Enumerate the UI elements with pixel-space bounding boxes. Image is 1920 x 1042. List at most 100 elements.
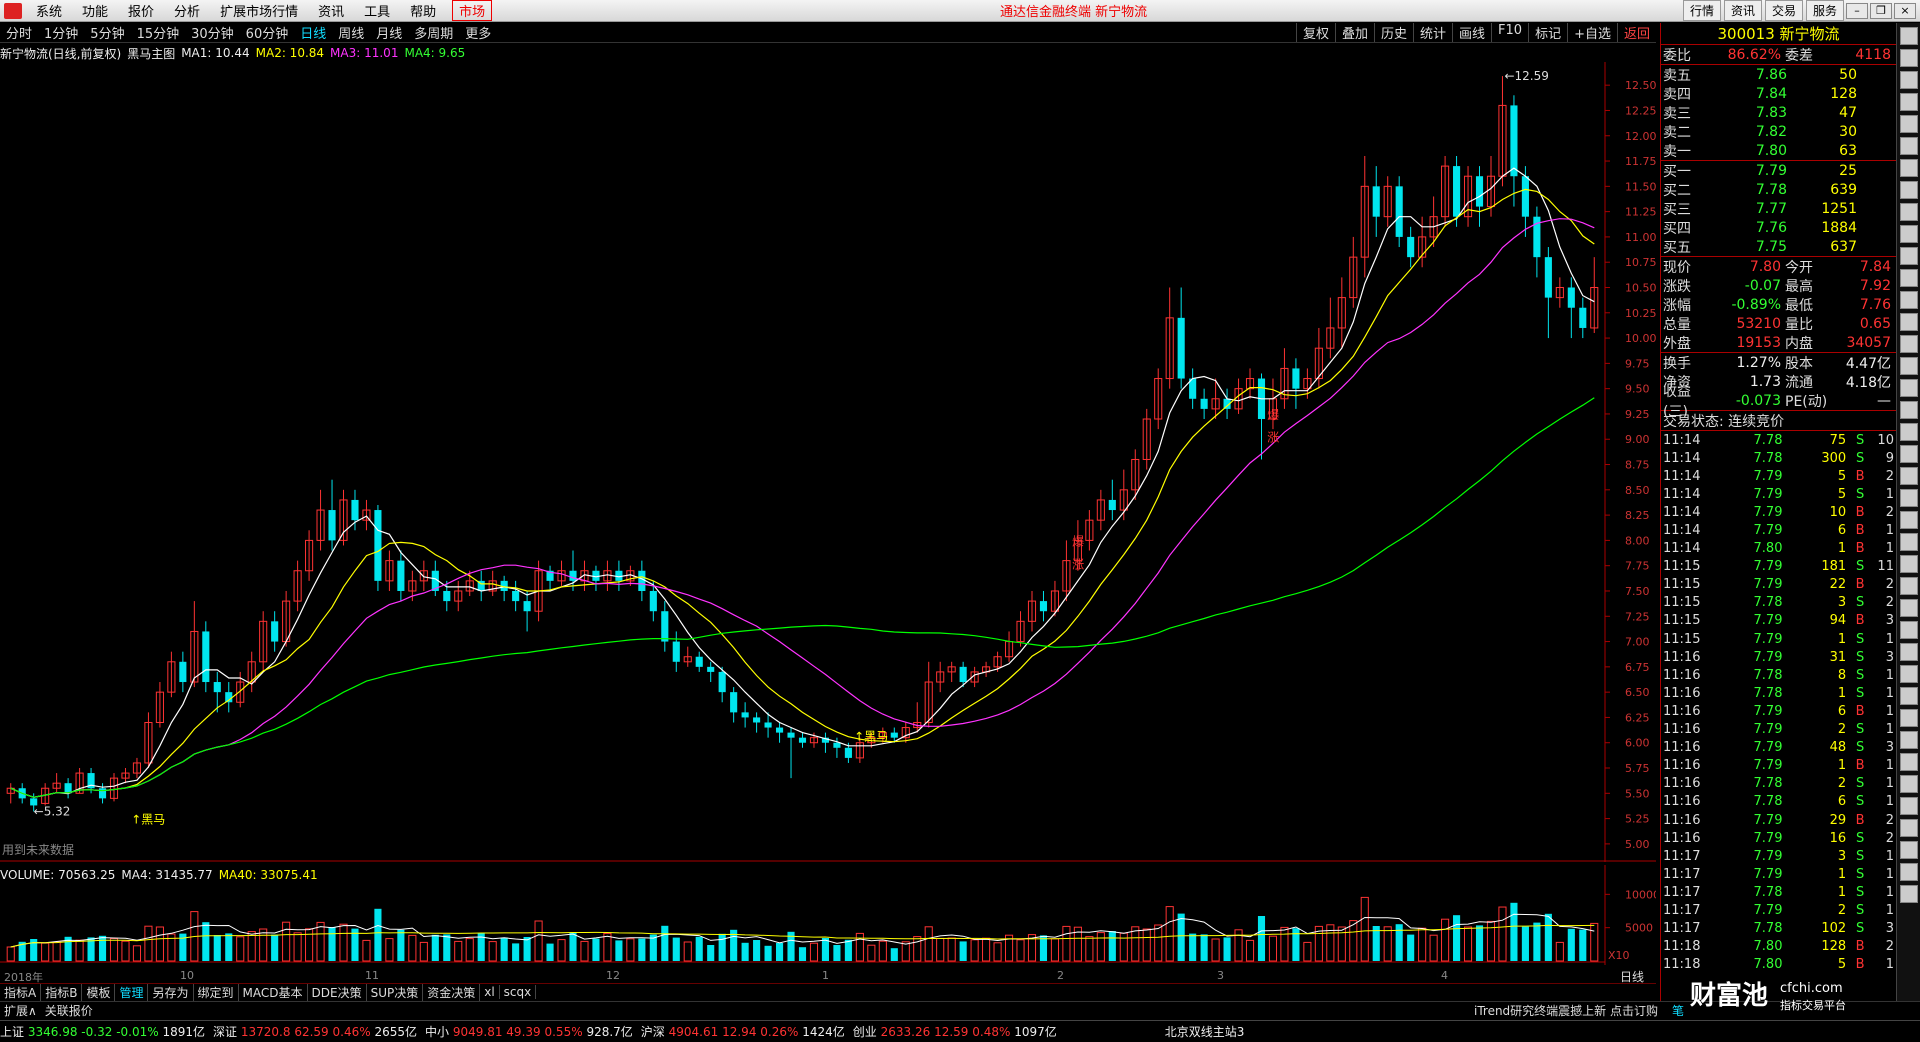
toolbar-tool-icon[interactable] (1900, 687, 1918, 705)
toolbar-tool-icon[interactable] (1900, 115, 1918, 133)
toolbar-tool-icon[interactable] (1900, 27, 1918, 45)
toolbar-tool-icon[interactable] (1900, 269, 1918, 287)
indicator-tab[interactable]: 绑定到 (194, 983, 239, 1001)
index-item[interactable]: 中小 9049.81 49.39 0.55% 928.7亿 (425, 1023, 633, 1040)
menu-ext-market[interactable]: 扩展市场行情 (210, 1, 308, 20)
index-item[interactable]: 创业 2633.26 12.59 0.48% 1097亿 (853, 1023, 1057, 1040)
toolbar-tool-icon[interactable] (1900, 225, 1918, 243)
volume-chart[interactable]: 10000 5000 X10 (0, 865, 1656, 965)
indicator-tab[interactable]: scqx (500, 985, 537, 999)
f10-button[interactable]: F10 (1491, 23, 1528, 42)
minimize-icon[interactable]: – (1846, 2, 1868, 19)
close-icon[interactable]: × (1894, 2, 1916, 19)
toolbar-tool-icon[interactable] (1900, 863, 1918, 881)
toolbar-tool-icon[interactable] (1900, 577, 1918, 595)
quote-button[interactable]: 行情 (1682, 0, 1721, 21)
stats-button[interactable]: 统计 (1413, 23, 1452, 42)
toolbar-tool-icon[interactable] (1900, 489, 1918, 507)
indicator-tab[interactable]: 另存为 (148, 983, 194, 1001)
pen-tab[interactable]: 笔 (1668, 1002, 1688, 1019)
toolbar-tool-icon[interactable] (1900, 379, 1918, 397)
toolbar-tool-icon[interactable] (1900, 775, 1918, 793)
add-watchlist-button[interactable]: +自选 (1567, 23, 1617, 42)
tab-monthly[interactable]: 月线 (370, 23, 408, 42)
candlestick-chart[interactable]: 12.50 12.25 12.00 11.75 11.50 11.25 11.00 10.75… (0, 62, 1656, 862)
tab-5min[interactable]: 5分钟 (84, 23, 130, 42)
toolbar-tool-icon[interactable] (1900, 599, 1918, 617)
menu-quote[interactable]: 报价 (118, 1, 164, 20)
menu-market[interactable]: 市场 (452, 0, 493, 21)
indicator-tab[interactable]: SUP决策 (367, 983, 424, 1001)
toolbar-tool-icon[interactable] (1900, 819, 1918, 837)
menu-analysis[interactable]: 分析 (164, 1, 210, 20)
overlay-button[interactable]: 叠加 (1334, 23, 1374, 42)
toolbar-tool-icon[interactable] (1900, 71, 1918, 89)
toolbar-tool-icon[interactable] (1900, 445, 1918, 463)
toolbar-tool-icon[interactable] (1900, 423, 1918, 441)
draw-button[interactable]: 画线 (1452, 23, 1491, 42)
toolbar-tool-icon[interactable] (1900, 841, 1918, 859)
restore-icon[interactable]: ❐ (1870, 2, 1892, 19)
toolbar-tool-icon[interactable] (1900, 753, 1918, 771)
toolbar-tool-icon[interactable] (1900, 797, 1918, 815)
indicator-tab[interactable]: 指标A (0, 983, 42, 1001)
menu-system[interactable]: 系统 (26, 1, 72, 20)
trade-button[interactable]: 交易 (1764, 0, 1803, 21)
toolbar-tool-icon[interactable] (1900, 49, 1918, 67)
tab-timeshare[interactable]: 分时 (0, 23, 38, 42)
indicator-tab[interactable]: 资金决策 (423, 983, 481, 1001)
toolbar-tool-icon[interactable] (1900, 159, 1918, 177)
fuquan-button[interactable]: 复权 (1295, 23, 1335, 42)
toolbar-tool-icon[interactable] (1900, 401, 1918, 419)
index-item[interactable]: 深证 13720.8 62.59 0.46% 2655亿 (213, 1023, 417, 1040)
menu-help[interactable]: 帮助 (400, 1, 446, 20)
tab-30min[interactable]: 30分钟 (185, 23, 240, 42)
toolbar-tool-icon[interactable] (1900, 357, 1918, 375)
toolbar-tool-icon[interactable] (1900, 709, 1918, 727)
tab-15min[interactable]: 15分钟 (131, 23, 186, 42)
related-quote[interactable]: 关联报价 (41, 1002, 97, 1019)
back-button[interactable]: 返回 (1616, 23, 1656, 42)
mark-button[interactable]: 标记 (1528, 23, 1567, 42)
tab-1min[interactable]: 1分钟 (38, 23, 84, 42)
news-button[interactable]: 资讯 (1723, 0, 1762, 21)
toolbar-tool-icon[interactable] (1900, 335, 1918, 353)
tab-multi-period[interactable]: 多周期 (408, 23, 459, 42)
toolbar-tool-icon[interactable] (1900, 93, 1918, 111)
tab-60min[interactable]: 60分钟 (240, 23, 295, 42)
toolbar-tool-icon[interactable] (1900, 643, 1918, 661)
tab-weekly[interactable]: 周线 (332, 23, 370, 42)
toolbar-tool-icon[interactable] (1900, 467, 1918, 485)
toolbar-tool-icon[interactable] (1900, 137, 1918, 155)
menu-function[interactable]: 功能 (72, 1, 118, 20)
menu-news[interactable]: 资讯 (308, 1, 354, 20)
toolbar-tool-icon[interactable] (1900, 533, 1918, 551)
index-item[interactable]: 上证 3346.98 -0.32 -0.01% 1891亿 (0, 1023, 205, 1040)
toolbar-tool-icon[interactable] (1900, 313, 1918, 331)
itrend-notice[interactable]: iTrend研究终端震撼上新 点击订购 (1470, 1002, 1662, 1019)
toolbar-tool-icon[interactable] (1900, 885, 1918, 903)
ext-toggle[interactable]: 扩展∧ (0, 1002, 41, 1019)
tab-more[interactable]: 更多 (459, 23, 497, 42)
indicator-tab[interactable]: 管理 (115, 983, 149, 1001)
toolbar-tool-icon[interactable] (1900, 665, 1918, 683)
toolbar-tool-icon[interactable] (1900, 203, 1918, 221)
indicator-name[interactable]: 黑马主图 (127, 45, 175, 62)
indicator-tab[interactable]: DDE决策 (308, 983, 367, 1001)
index-item[interactable]: 沪深 4904.61 12.94 0.26% 1424亿 (641, 1023, 845, 1040)
indicator-tab[interactable]: 指标B (41, 983, 83, 1001)
toolbar-tool-icon[interactable] (1900, 555, 1918, 573)
toolbar-tool-icon[interactable] (1900, 511, 1918, 529)
toolbar-tool-icon[interactable] (1900, 291, 1918, 309)
indicator-tab[interactable]: MACD基本 (239, 983, 308, 1001)
indicator-tab[interactable]: xl (480, 985, 500, 999)
server-station[interactable]: 北京双线主站3 (1165, 1023, 1245, 1040)
toolbar-tool-icon[interactable] (1900, 181, 1918, 199)
toolbar-tool-icon[interactable] (1900, 731, 1918, 749)
menu-tools[interactable]: 工具 (354, 1, 400, 20)
tab-daily[interactable]: 日线 (294, 23, 332, 42)
history-button[interactable]: 历史 (1373, 23, 1413, 42)
service-button[interactable]: 服务 (1805, 0, 1844, 21)
toolbar-tool-icon[interactable] (1900, 247, 1918, 265)
indicator-tab[interactable]: 模板 (82, 983, 116, 1001)
